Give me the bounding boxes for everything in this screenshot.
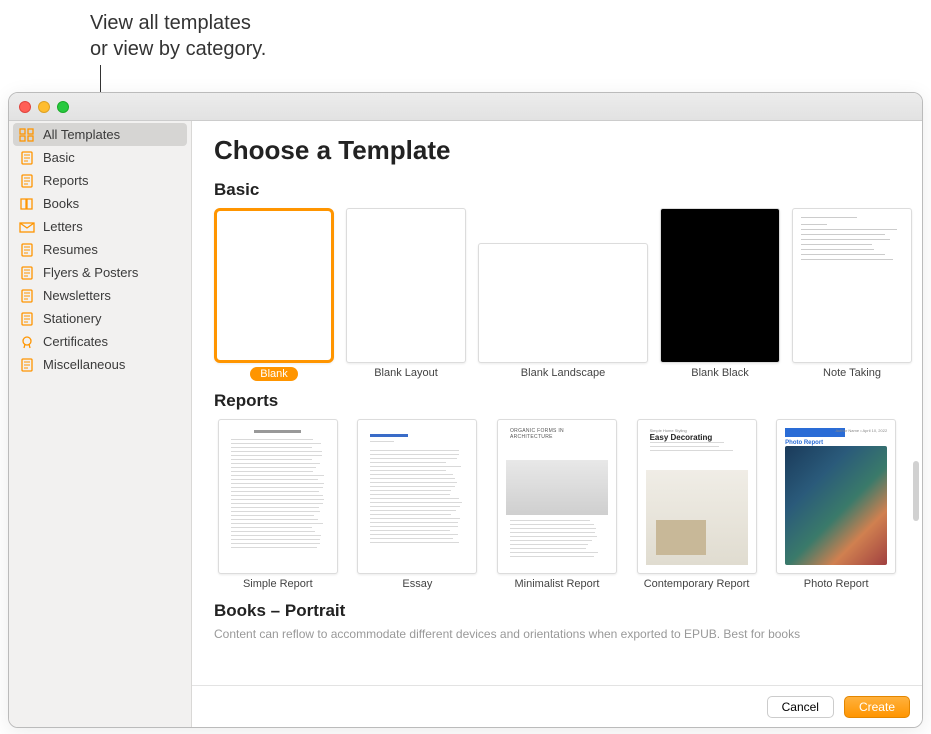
footer: Cancel Create <box>192 685 922 727</box>
sidebar-item-stationery[interactable]: Stationery <box>9 307 191 330</box>
sidebar-item-label: All Templates <box>43 127 120 142</box>
template-item[interactable]: Simple Home StylingEasy Decorating Contem… <box>633 419 761 591</box>
sidebar-item-reports[interactable]: Reports <box>9 169 191 192</box>
template-item[interactable]: Simple Report <box>214 419 342 591</box>
section-title: Reports <box>214 391 900 411</box>
section-subtitle: Content can reflow to accommodate differ… <box>214 627 900 641</box>
sidebar-item-label: Basic <box>43 150 75 165</box>
misc-icon <box>19 358 35 372</box>
template-label: Photo Report <box>804 578 869 591</box>
template-thumbnail[interactable] <box>214 208 334 363</box>
sidebar-item-label: Resumes <box>43 242 98 257</box>
template-thumbnail[interactable]: Simple Home StylingEasy Decorating <box>637 419 757 574</box>
template-label: Contemporary Report <box>644 578 750 591</box>
template-thumbnail[interactable] <box>478 243 648 363</box>
create-button[interactable]: Create <box>844 696 910 718</box>
template-thumbnail[interactable] <box>792 208 912 363</box>
sidebar-item-label: Books <box>43 196 79 211</box>
sidebar-item-label: Letters <box>43 219 83 234</box>
titlebar <box>9 93 922 121</box>
template-item[interactable]: Blank Landscape <box>478 208 648 381</box>
template-label: Essay <box>402 578 432 591</box>
sidebar-item-label: Certificates <box>43 334 108 349</box>
template-label: Blank Landscape <box>521 367 605 380</box>
template-item[interactable]: Blank <box>214 208 334 381</box>
sidebar-item-label: Miscellaneous <box>43 357 125 372</box>
section-title: Books – Portrait <box>214 601 900 621</box>
template-item[interactable]: Blank Layout <box>346 208 466 381</box>
template-label: Blank Layout <box>374 367 438 380</box>
page-title: Choose a Template <box>214 135 900 166</box>
sidebar: All Templates Basic Reports Books Letters Res… <box>9 121 192 727</box>
grid-icon <box>19 128 35 142</box>
zoom-button[interactable] <box>57 101 69 113</box>
template-label: Blank Black <box>691 367 748 380</box>
sidebar-item-miscellaneous[interactable]: Miscellaneous <box>9 353 191 376</box>
template-chooser-window: All Templates Basic Reports Books Letters Res… <box>8 92 923 728</box>
template-item[interactable]: Essay <box>354 419 482 591</box>
template-item[interactable]: Author Name • April 10, 2022Photo Report… <box>772 419 900 591</box>
envelope-icon <box>19 220 35 234</box>
sidebar-item-basic[interactable]: Basic <box>9 146 191 169</box>
template-row: Blank Blank Layout Blank Landscape Blank Bl… <box>214 208 900 381</box>
template-thumbnail[interactable] <box>660 208 780 363</box>
cancel-button[interactable]: Cancel <box>767 696 834 718</box>
template-row: Simple Report Essay ORGANIC FORMS IN ARCHI… <box>214 419 900 591</box>
sidebar-item-label: Stationery <box>43 311 102 326</box>
template-item[interactable]: Note Taking <box>792 208 912 381</box>
poster-icon <box>19 266 35 280</box>
person-doc-icon <box>19 243 35 257</box>
sidebar-item-label: Flyers & Posters <box>43 265 138 280</box>
template-item[interactable]: Blank Black <box>660 208 780 381</box>
sidebar-item-books[interactable]: Books <box>9 192 191 215</box>
template-thumbnail[interactable] <box>218 419 338 574</box>
sidebar-item-letters[interactable]: Letters <box>9 215 191 238</box>
template-thumbnail[interactable] <box>346 208 466 363</box>
template-thumbnail[interactable]: ORGANIC FORMS IN ARCHITECTURE <box>497 419 617 574</box>
sidebar-item-label: Reports <box>43 173 89 188</box>
sidebar-item-label: Newsletters <box>43 288 111 303</box>
annotation-callout: View all templatesor view by category. <box>90 10 266 62</box>
card-icon <box>19 312 35 326</box>
main-pane: Choose a Template Basic Blank Blank Layout… <box>192 121 922 727</box>
close-button[interactable] <box>19 101 31 113</box>
template-label: Note Taking <box>823 367 881 380</box>
sidebar-item-flyers-posters[interactable]: Flyers & Posters <box>9 261 191 284</box>
doc-lines-icon <box>19 174 35 188</box>
seal-icon <box>19 335 35 349</box>
template-label: Minimalist Report <box>515 578 600 591</box>
template-thumbnail[interactable]: Author Name • April 10, 2022Photo Report <box>776 419 896 574</box>
section-title: Basic <box>214 180 900 200</box>
template-label: Blank <box>250 367 298 381</box>
minimize-button[interactable] <box>38 101 50 113</box>
vertical-scrollbar[interactable] <box>913 461 919 521</box>
sidebar-item-certificates[interactable]: Certificates <box>9 330 191 353</box>
sidebar-item-resumes[interactable]: Resumes <box>9 238 191 261</box>
main-content: Choose a Template Basic Blank Blank Layout… <box>192 121 922 685</box>
book-icon <box>19 197 35 211</box>
template-thumbnail[interactable] <box>357 419 477 574</box>
window-body: All Templates Basic Reports Books Letters Res… <box>9 121 922 727</box>
news-icon <box>19 289 35 303</box>
doc-icon <box>19 151 35 165</box>
template-label: Simple Report <box>243 578 313 591</box>
sidebar-item-newsletters[interactable]: Newsletters <box>9 284 191 307</box>
sidebar-item-all-templates[interactable]: All Templates <box>13 123 187 146</box>
template-item[interactable]: ORGANIC FORMS IN ARCHITECTURE Minimalist … <box>493 419 621 591</box>
